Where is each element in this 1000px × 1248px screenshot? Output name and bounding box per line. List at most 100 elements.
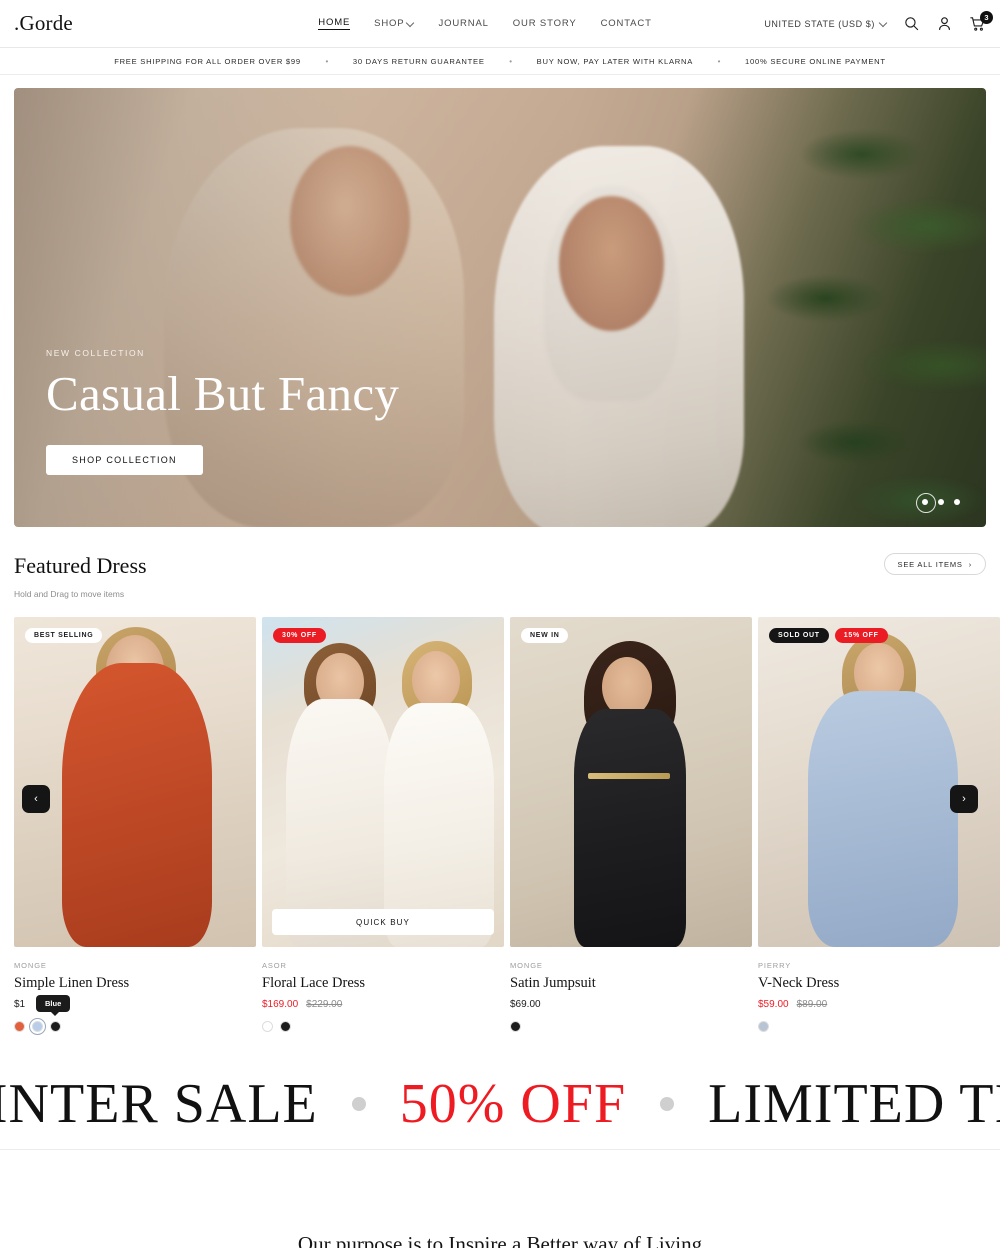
sold-out-badge: SOLD OUT — [769, 628, 829, 643]
chevron-down-icon — [880, 20, 887, 27]
quick-buy-button[interactable]: QUICK BUY — [272, 909, 494, 935]
nav-label-home: HOME — [318, 17, 351, 28]
swatch-option[interactable] — [50, 1021, 61, 1032]
product-price: $69.00 — [510, 999, 541, 1010]
model-head — [412, 651, 460, 709]
site-header: .Gorde HOME SHOP JOURNAL OUR STORY CONTA… — [0, 0, 1000, 48]
carousel-prev-button[interactable]: ‹ — [22, 785, 50, 813]
announcement-item-3: BUY NOW, PAY LATER WITH KLARNA — [536, 56, 694, 66]
product-photo-v-neck-dress — [758, 617, 1000, 947]
product-image[interactable]: 30% OFF QUICK BUY — [262, 617, 504, 947]
product-price: $1 — [14, 999, 26, 1010]
marquee-separator-dot — [351, 1096, 366, 1111]
product-photo-floral-lace-dress — [262, 617, 504, 947]
swatch-option[interactable] — [510, 1021, 521, 1032]
cart-button[interactable]: 3 — [969, 11, 993, 32]
site-logo[interactable]: .Gorde — [14, 11, 214, 36]
nav-item-journal[interactable]: JOURNAL — [438, 18, 488, 29]
hero-dot-3[interactable] — [954, 499, 960, 505]
product-swatches — [262, 1021, 504, 1032]
announcement-bar: FREE SHIPPING FOR ALL ORDER OVER $99 • 3… — [0, 48, 1000, 75]
nav-label-shop: SHOP — [374, 18, 405, 29]
featured-heading-group: Featured Dress Hold and Drag to move ite… — [14, 553, 147, 599]
product-card[interactable]: BEST SELLING MONGE Simple Linen Dress $1… — [14, 617, 256, 1035]
swatch-option[interactable] — [262, 1021, 273, 1032]
product-info: MONGE Satin Jumpsuit $69.00 — [510, 947, 752, 1032]
purpose-title: Our purpose is to Inspire a Better way o… — [297, 1232, 703, 1248]
account-icon[interactable] — [936, 15, 953, 32]
product-card[interactable]: SOLD OUT 15% OFF PIERRY V-Neck Dress $59… — [758, 617, 1000, 1032]
product-original-price: $89.00 — [796, 999, 828, 1010]
status-badge: BEST SELLING — [25, 628, 103, 643]
product-badges: BEST SELLING — [25, 628, 103, 643]
nav-label-our-story: OUR STORY — [512, 18, 577, 29]
announcement-item-1: FREE SHIPPING FOR ALL ORDER OVER $99 — [114, 56, 301, 66]
nav-item-contact[interactable]: CONTACT — [601, 18, 652, 29]
product-prices: $169.00 $229.00 — [262, 999, 504, 1010]
hero-title: Casual But Fancy — [46, 366, 400, 422]
swatch-option[interactable] — [758, 1021, 769, 1032]
product-badges: NEW IN — [521, 628, 569, 643]
product-brand: MONGE — [14, 961, 47, 970]
product-sale-price: $169.00 — [262, 999, 299, 1010]
product-image[interactable]: SOLD OUT 15% OFF — [758, 617, 1000, 947]
hero-pagination — [916, 493, 960, 513]
model-jumpsuit — [574, 709, 686, 947]
see-all-items-button[interactable]: SEE ALL ITEMS › — [883, 553, 986, 575]
swatch-option-selected[interactable] — [29, 1018, 46, 1035]
status-badge: NEW IN — [521, 628, 569, 643]
swatch-option[interactable] — [280, 1021, 291, 1032]
hero-content: NEW COLLECTION Casual But Fancy SHOP COL… — [46, 348, 399, 475]
purpose-section: Our purpose is to Inspire a Better way o… — [0, 1150, 1000, 1248]
currency-selector[interactable]: UNITED STATE (USD $) — [764, 19, 887, 29]
hero-eyebrow: NEW COLLECTION — [46, 348, 145, 359]
nav-item-our-story[interactable]: OUR STORY — [513, 18, 577, 29]
product-info: MONGE Simple Linen Dress $1 Blue — [14, 947, 256, 1035]
product-name[interactable]: Floral Lace Dress — [262, 975, 504, 992]
nav-item-shop[interactable]: SHOP — [374, 18, 414, 29]
cart-count-badge: 3 — [980, 11, 993, 24]
marquee-word-limited-time: LIMITED TIM — [708, 1072, 1000, 1135]
hero-banner[interactable]: NEW COLLECTION Casual But Fancy SHOP COL… — [14, 88, 986, 527]
product-name[interactable]: Satin Jumpsuit — [510, 975, 752, 992]
marquee-separator-dot — [660, 1096, 675, 1111]
product-name[interactable]: V-Neck Dress — [758, 975, 1000, 992]
carousel-next-button[interactable]: › — [950, 785, 978, 813]
product-carousel: ‹ › BEST SELLING MONGE Simple Linen Dres… — [0, 617, 1000, 1035]
product-name[interactable]: Simple Linen Dress — [14, 975, 256, 992]
header-actions: UNITED STATE (USD $) 3 — [756, 11, 993, 32]
product-card[interactable]: NEW IN MONGE Satin Jumpsuit $69.00 — [510, 617, 752, 1032]
announcement-item-4: 100% SECURE ONLINE PAYMENT — [745, 56, 886, 66]
model-dress — [62, 663, 212, 947]
featured-title: Featured Dress — [14, 553, 147, 578]
nav-label-contact: CONTACT — [600, 18, 652, 29]
product-prices: $69.00 — [510, 999, 752, 1010]
sale-marquee: WINTER SALE 50% OFF LIMITED TIM — [0, 1058, 1000, 1150]
product-card[interactable]: 30% OFF QUICK BUY ASOR Floral Lace Dress… — [262, 617, 504, 1032]
hero-dot-1[interactable] — [916, 493, 936, 513]
featured-subtitle: Hold and Drag to move items — [14, 589, 125, 599]
product-original-price: $229.00 — [306, 999, 343, 1010]
swatch-tooltip: Blue — [36, 995, 71, 1016]
product-badges: SOLD OUT 15% OFF — [769, 628, 888, 643]
hero-dot-2[interactable] — [938, 499, 944, 505]
search-icon[interactable] — [903, 15, 920, 32]
product-photo-satin-jumpsuit — [510, 617, 752, 947]
announcement-separator: • — [717, 56, 721, 66]
product-photo-simple-linen-dress — [14, 617, 256, 947]
announcement-item-2: 30 DAYS RETURN GUARANTEE — [352, 56, 485, 66]
product-image[interactable]: BEST SELLING — [14, 617, 256, 947]
product-image[interactable]: NEW IN — [510, 617, 752, 947]
chevron-down-icon — [407, 20, 414, 27]
product-swatches: Blue — [14, 995, 256, 1035]
shop-collection-button[interactable]: SHOP COLLECTION — [46, 445, 203, 475]
storefront-page: .Gorde HOME SHOP JOURNAL OUR STORY CONTA… — [0, 0, 1000, 1248]
swatch-option[interactable] — [14, 1021, 25, 1032]
nav-item-home[interactable]: HOME — [318, 17, 351, 30]
product-list: BEST SELLING MONGE Simple Linen Dress $1… — [0, 617, 1000, 1035]
marquee-word-winter-sale: WINTER SALE — [0, 1072, 318, 1135]
announcement-separator: • — [509, 56, 513, 66]
model-belt — [588, 773, 670, 779]
see-all-label: SEE ALL ITEMS — [897, 559, 963, 569]
main-navigation: HOME SHOP JOURNAL OUR STORY CONTACT — [214, 17, 756, 30]
